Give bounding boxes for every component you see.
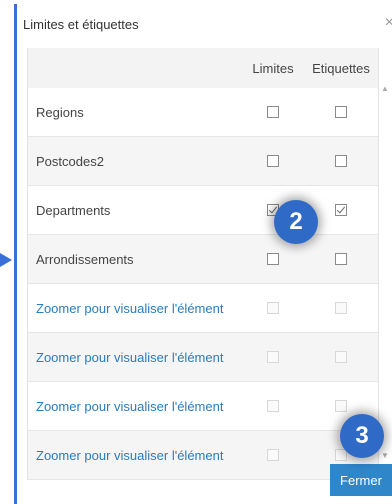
etiquettes-checkbox — [335, 351, 347, 363]
close-icon[interactable]: × — [385, 14, 392, 32]
layer-name: Regions — [36, 104, 84, 120]
dialog-title: Limites et étiquettes — [23, 16, 139, 32]
close-button[interactable]: Fermer — [330, 464, 392, 496]
table-row: Regions — [28, 88, 378, 137]
scrollbar[interactable]: ▲ ▼ — [379, 84, 389, 460]
etiquettes-cell — [306, 155, 376, 167]
table-row: Zoomer pour visualiser l'élément — [28, 382, 378, 431]
layer-name: Departments — [36, 202, 111, 218]
etiquettes-checkbox — [335, 400, 347, 412]
limits-labels-dialog: Limites et étiquettes × Limites Etiquett… — [17, 4, 392, 504]
table-body: Regions Postcodes2 Departments Arrondisseme… — [28, 88, 378, 480]
limites-cell — [240, 400, 306, 412]
limites-cell — [240, 106, 306, 118]
etiquettes-checkbox[interactable] — [335, 204, 347, 216]
dialog-header: Limites et étiquettes — [17, 4, 392, 44]
zoom-to-view-link[interactable]: Zoomer pour visualiser l'élément — [28, 399, 240, 414]
etiquettes-checkbox[interactable] — [335, 106, 347, 118]
limites-checkbox — [267, 302, 279, 314]
etiquettes-cell — [306, 400, 376, 412]
limites-cell — [240, 155, 306, 167]
limites-checkbox — [267, 400, 279, 412]
etiquettes-checkbox — [335, 302, 347, 314]
column-header-limites: Limites — [252, 60, 294, 76]
zoom-to-view-link[interactable]: Zoomer pour visualiser l'élément — [28, 448, 240, 463]
limites-checkbox[interactable] — [267, 253, 279, 265]
limites-cell — [240, 302, 306, 314]
table-row: Zoomer pour visualiser l'élément — [28, 431, 378, 480]
step-badge-3: 3 — [340, 414, 384, 458]
pointer-arrow-icon — [0, 253, 12, 267]
limites-cell — [240, 351, 306, 363]
layers-table: Limites Etiquettes Regions Postcodes2 Depa… — [27, 48, 379, 480]
table-row: Departments — [28, 186, 378, 235]
scroll-up-icon[interactable]: ▲ — [381, 84, 389, 93]
limites-cell — [240, 449, 306, 461]
table-header: Limites Etiquettes — [28, 48, 378, 88]
etiquettes-checkbox[interactable] — [335, 155, 347, 167]
step-badge-2: 2 — [274, 200, 318, 244]
table-row: Zoomer pour visualiser l'élément — [28, 284, 378, 333]
table-row: Arrondissements — [28, 235, 378, 284]
zoom-to-view-link[interactable]: Zoomer pour visualiser l'élément — [28, 350, 240, 365]
zoom-to-view-link[interactable]: Zoomer pour visualiser l'élément — [28, 301, 240, 316]
column-header-etiquettes: Etiquettes — [312, 60, 370, 76]
table-row: Postcodes2 — [28, 137, 378, 186]
etiquettes-cell — [306, 351, 376, 363]
etiquettes-cell — [306, 106, 376, 118]
layer-name: Postcodes2 — [36, 153, 104, 169]
limites-cell — [240, 253, 306, 265]
limites-checkbox — [267, 351, 279, 363]
etiquettes-cell — [306, 302, 376, 314]
etiquettes-cell — [306, 253, 376, 265]
layer-name: Arrondissements — [36, 251, 134, 267]
limites-checkbox[interactable] — [267, 106, 279, 118]
limites-checkbox[interactable] — [267, 155, 279, 167]
scroll-down-icon[interactable]: ▼ — [381, 451, 389, 460]
table-row: Zoomer pour visualiser l'élément — [28, 333, 378, 382]
etiquettes-checkbox[interactable] — [335, 253, 347, 265]
limites-checkbox — [267, 449, 279, 461]
